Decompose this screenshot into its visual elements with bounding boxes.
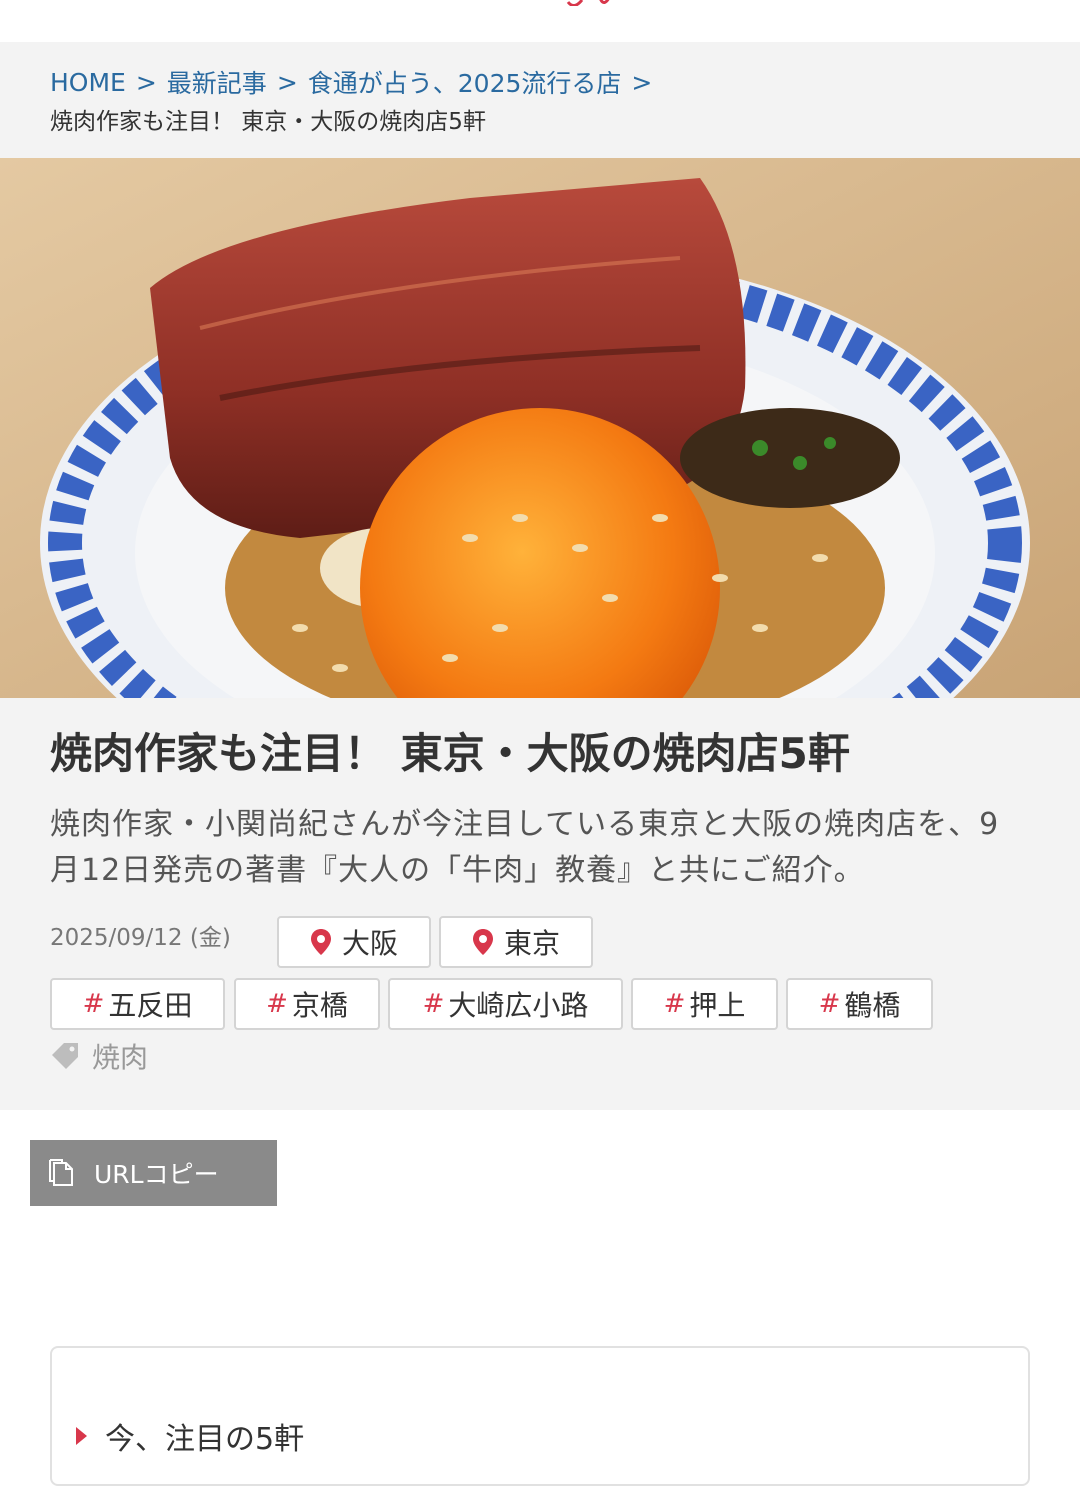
hashtag-gotanda[interactable]: # 五反田 <box>50 978 225 1030</box>
hashtag-label: 京橋 <box>291 989 348 1022</box>
publish-date: 2025/09/12 (金) <box>50 925 231 951</box>
location-tag-label: 大阪 <box>341 927 398 960</box>
category-tag[interactable]: 焼肉 <box>50 1036 148 1076</box>
hashtag-symbol: # <box>818 989 841 1019</box>
breadcrumb-category-link[interactable]: 食通が占う、2025流行る店 <box>308 64 622 100</box>
breadcrumb-separator: > <box>631 67 653 97</box>
hashtag-label: 大崎広小路 <box>448 989 589 1022</box>
table-of-contents: 今、注目の5軒 <box>50 1346 1030 1486</box>
hashtag-kyobashi[interactable]: # 京橋 <box>234 978 380 1030</box>
hashtag-symbol: # <box>82 989 105 1019</box>
map-pin-icon <box>472 929 493 955</box>
hashtag-oshiage[interactable]: # 押上 <box>631 978 778 1030</box>
breadcrumb-latest-link[interactable]: 最新記事 <box>167 64 267 100</box>
hashtag-tsuruhashi[interactable]: # 鶴橋 <box>786 978 933 1030</box>
article-header: 焼肉作家も注目！ 東京・大阪の焼肉店5軒 焼肉作家・小関尚紀さんが今注目している… <box>0 698 1080 1110</box>
map-pin-icon <box>310 929 331 955</box>
breadcrumb-separator: > <box>276 67 298 97</box>
url-copy-label: URLコピー <box>94 1160 219 1189</box>
breadcrumb: HOME > 最新記事 > 食通が占う、2025流行る店 > 焼肉作家も注目！ … <box>0 42 1080 158</box>
tag-icon <box>52 1043 78 1069</box>
hero-image <box>0 158 1080 698</box>
breadcrumb-separator: > <box>135 67 157 97</box>
hashtag-label: 五反田 <box>108 989 193 1022</box>
triangle-right-icon <box>76 1427 87 1445</box>
location-tag-label: 東京 <box>503 927 560 960</box>
hashtag-symbol: # <box>422 989 445 1019</box>
hashtag-symbol: # <box>663 989 686 1019</box>
copy-document-icon <box>49 1159 73 1186</box>
breadcrumb-current: 焼肉作家も注目！ 東京・大阪の焼肉店5軒 <box>50 109 486 135</box>
url-copy-button[interactable]: URLコピー <box>30 1140 277 1206</box>
toc-item-label: 今、注目の5軒 <box>105 1422 305 1457</box>
breadcrumb-home-link[interactable]: HOME <box>50 68 126 97</box>
site-header <box>0 0 1080 42</box>
toc-item[interactable]: 今、注目の5軒 <box>76 1414 304 1458</box>
grilled-wagyu-photo-icon <box>0 158 1080 698</box>
article-title: 焼肉作家も注目！ 東京・大阪の焼肉店5軒 <box>50 729 850 778</box>
article-lead: 焼肉作家・小関尚紀さんが今注目している東京と大阪の焼肉店を、9 月12日発売の著… <box>50 802 1040 894</box>
site-logo-icon[interactable] <box>560 0 620 6</box>
article-lead-line: 月12日発売の著書『大人の「牛肉」教養』と共にご紹介。 <box>50 853 865 888</box>
category-tag-label: 焼肉 <box>92 1041 149 1074</box>
breadcrumb-links: HOME > 最新記事 > 食通が占う、2025流行る店 > <box>50 64 662 100</box>
article-lead-line: 焼肉作家・小関尚紀さんが今注目している東京と大阪の焼肉店を、9 <box>50 807 1000 842</box>
hashtag-label: 鶴橋 <box>844 989 901 1022</box>
hashtag-label: 押上 <box>689 989 746 1022</box>
location-tag-osaka[interactable]: 大阪 <box>277 916 431 968</box>
hashtag-symbol: # <box>266 989 288 1019</box>
hashtag-osakihirokoji[interactable]: # 大崎広小路 <box>388 978 623 1030</box>
location-tag-tokyo[interactable]: 東京 <box>439 916 593 968</box>
